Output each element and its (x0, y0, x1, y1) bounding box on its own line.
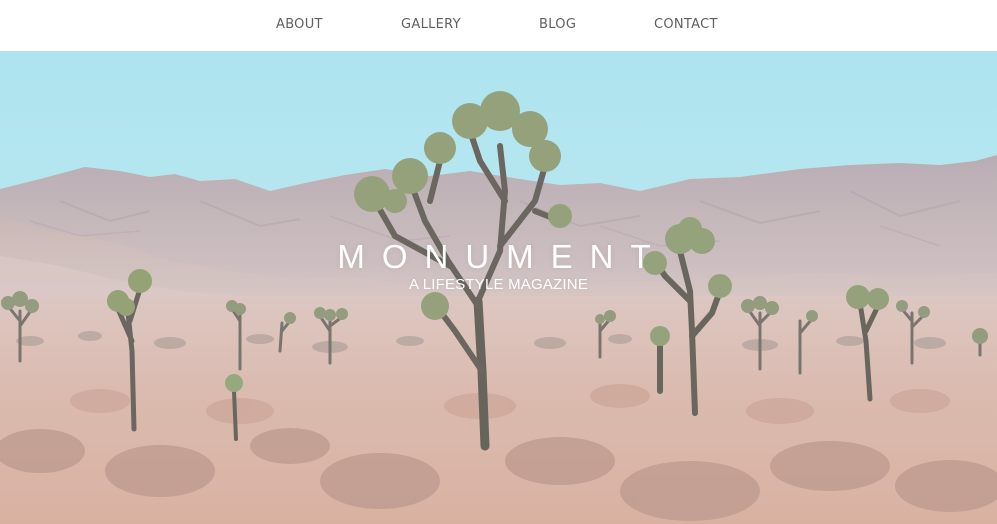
top-navigation: ABOUT GALLERY BLOG CONTACT (0, 0, 997, 51)
hero-title: MONUMENT (337, 238, 668, 276)
page: ABOUT GALLERY BLOG CONTACT MONUMENT A LI… (0, 0, 997, 524)
hero-section: MONUMENT A LIFESTYLE MAGAZINE (0, 51, 997, 524)
nav-link-blog[interactable]: BLOG (539, 17, 576, 33)
nav-link-contact[interactable]: CONTACT (654, 17, 718, 33)
hero-subtitle: A LIFESTYLE MAGAZINE (408, 276, 589, 293)
nav-link-gallery[interactable]: GALLERY (401, 17, 461, 33)
nav-link-about[interactable]: ABOUT (276, 17, 323, 33)
